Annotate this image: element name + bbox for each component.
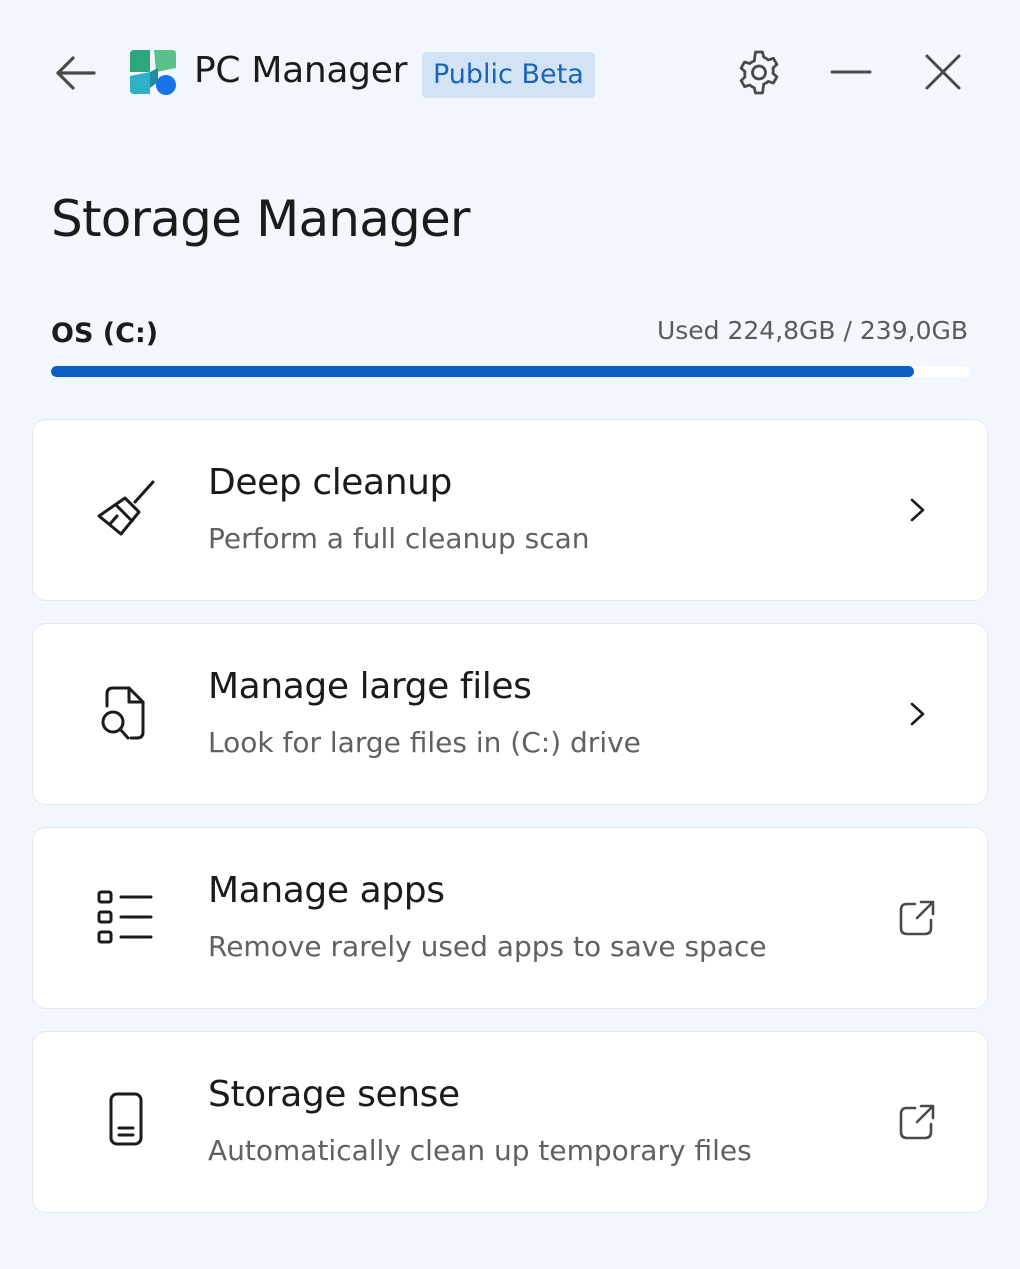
card-title: Storage sense xyxy=(208,1074,460,1115)
card-subtitle: Look for large files in (C:) drive xyxy=(208,726,641,759)
chevron-right-icon xyxy=(895,692,939,736)
card-subtitle: Automatically clean up temporary files xyxy=(208,1134,752,1167)
app-title: PC Manager xyxy=(194,50,408,91)
file-search-icon xyxy=(95,680,157,746)
storage-usage-bar xyxy=(51,366,969,377)
phone-storage-icon xyxy=(95,1088,157,1154)
pc-manager-logo xyxy=(128,48,178,96)
card-subtitle: Perform a full cleanup scan xyxy=(208,522,590,555)
minimize-icon xyxy=(830,70,872,74)
gear-icon xyxy=(739,50,779,95)
card-title: Manage large files xyxy=(208,666,532,707)
minimize-button[interactable] xyxy=(826,46,876,98)
manage-large-files-card[interactable]: Manage large files Look for large files … xyxy=(32,623,988,805)
arrow-left-icon xyxy=(56,56,96,90)
manage-apps-card[interactable]: Manage apps Remove rarely used apps to s… xyxy=(32,827,988,1009)
drive-usage-text: Used 224,8GB / 239,0GB xyxy=(656,316,968,345)
title-bar: PC Manager Public Beta xyxy=(0,0,1020,145)
settings-button[interactable] xyxy=(734,46,784,98)
broom-icon xyxy=(95,476,157,542)
open-external-icon xyxy=(895,896,939,940)
card-subtitle: Remove rarely used apps to save space xyxy=(208,930,767,963)
storage-sense-card[interactable]: Storage sense Automatically clean up tem… xyxy=(32,1031,988,1213)
close-icon xyxy=(925,54,961,90)
back-button[interactable] xyxy=(50,50,102,96)
card-title: Manage apps xyxy=(208,870,445,911)
close-button[interactable] xyxy=(918,46,968,98)
public-beta-badge: Public Beta xyxy=(422,52,595,98)
deep-cleanup-card[interactable]: Deep cleanup Perform a full cleanup scan xyxy=(32,419,988,601)
chevron-right-icon xyxy=(895,488,939,532)
drive-label: OS (C:) xyxy=(51,318,159,349)
storage-usage-fill xyxy=(51,366,915,377)
open-external-icon xyxy=(895,1100,939,1144)
card-title: Deep cleanup xyxy=(208,462,453,503)
page-title: Storage Manager xyxy=(51,190,471,248)
app-list-icon xyxy=(95,884,157,950)
